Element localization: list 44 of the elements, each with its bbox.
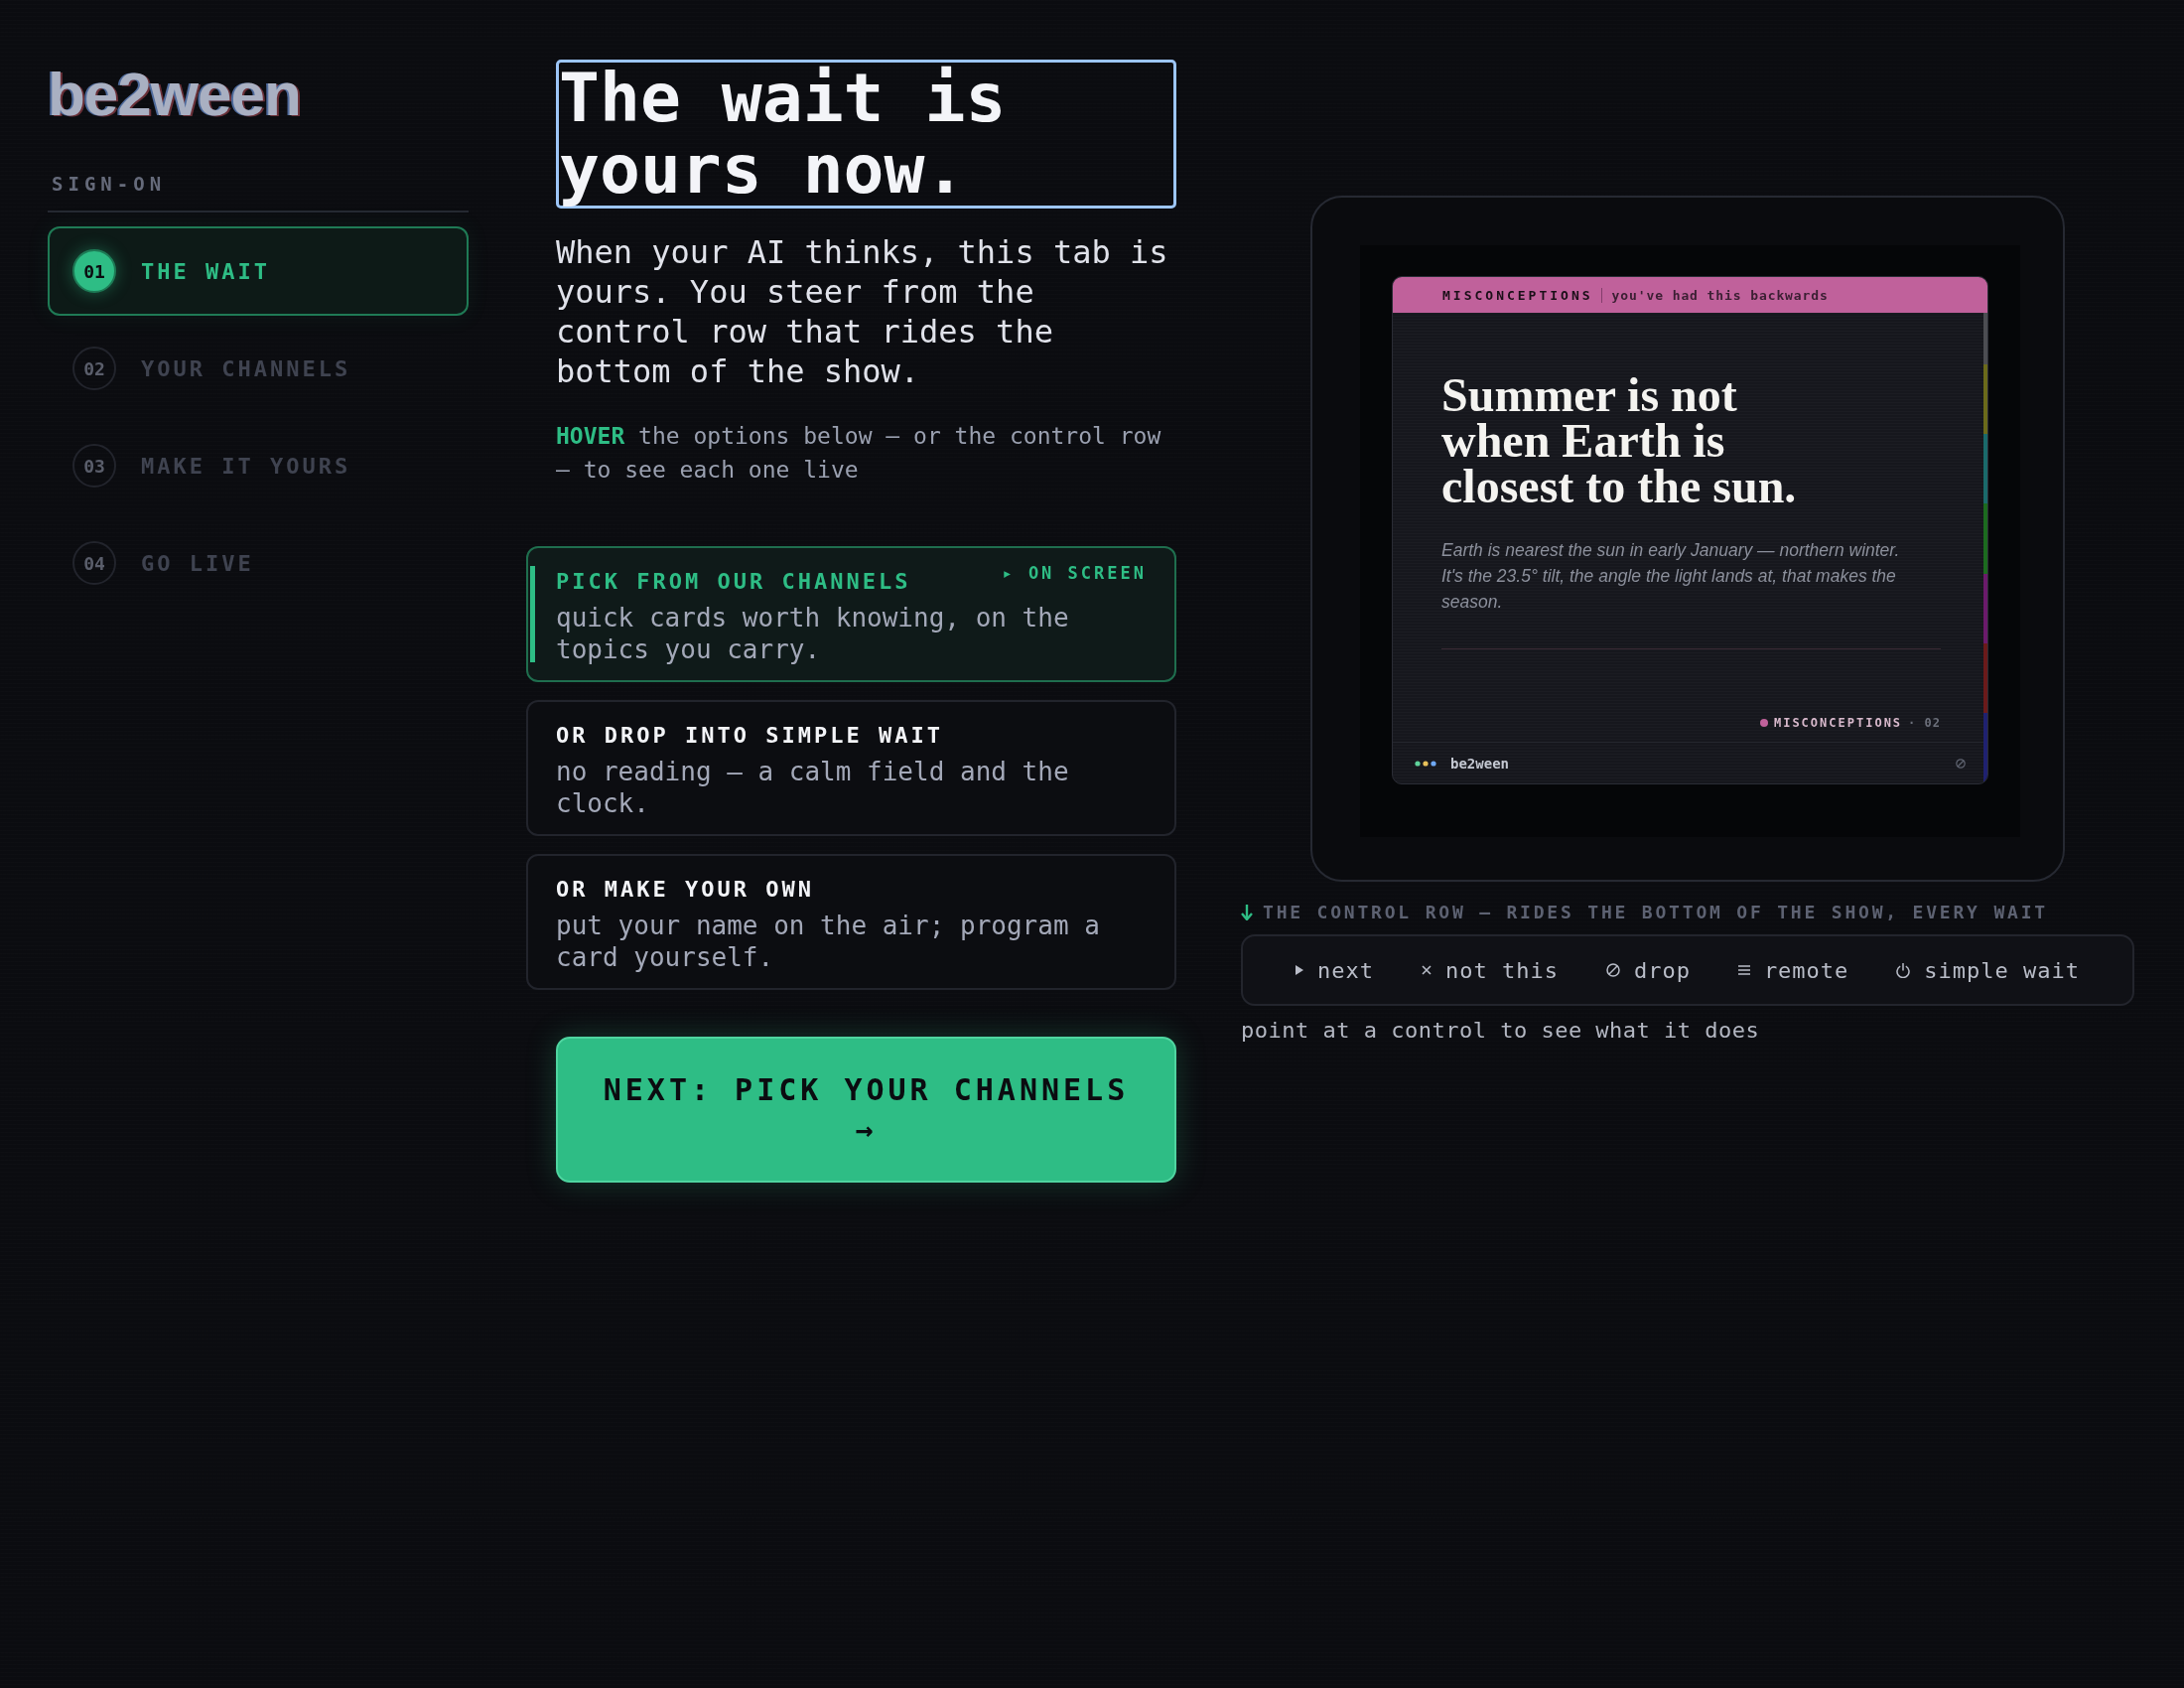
step-number: 01 bbox=[72, 249, 116, 293]
control-button[interactable]: not this bbox=[1421, 957, 1559, 983]
close-icon bbox=[1421, 965, 1432, 975]
control-row-label: THE CONTROL ROW — RIDES THE BOTTOM OF THE SHOW, EVERY WAIT bbox=[1263, 902, 2048, 922]
step-number: 03 bbox=[72, 444, 116, 488]
brand-name: be2ween bbox=[1450, 755, 1509, 772]
next-button[interactable]: NEXT: PICK YOUR CHANNELS → bbox=[556, 1037, 1176, 1183]
option-title: OR MAKE YOUR OWN bbox=[556, 876, 814, 904]
step-number: 02 bbox=[72, 347, 116, 390]
step-number: 04 bbox=[72, 541, 116, 585]
logo: be2ween bbox=[48, 64, 301, 125]
option-title: OR DROP INTO SIMPLE WAIT bbox=[556, 722, 943, 750]
control-button[interactable]: next bbox=[1295, 957, 1374, 983]
play-icon bbox=[1295, 965, 1303, 975]
control-button[interactable]: simple wait bbox=[1896, 957, 2081, 983]
control-button[interactable]: remote bbox=[1737, 957, 1849, 983]
category-tag: MISCONCEPTIONS bbox=[1773, 716, 1903, 730]
power-icon bbox=[1896, 962, 1911, 978]
status-label: ▸ ON SCREEN bbox=[1002, 562, 1147, 584]
card-title: Summer is not when Earth is closest to the sun. bbox=[1441, 372, 1798, 509]
step-tab[interactable]: 01 THE WAIT bbox=[48, 226, 469, 316]
dot-icon bbox=[1759, 719, 1768, 727]
option-description: quick cards worth knowing, on the topics you carry. bbox=[556, 602, 1070, 665]
hint-text: HOVER the options below — or the control row — to see each one live bbox=[556, 422, 1162, 485]
category-label: MISCONCEPTIONS bbox=[1442, 287, 1593, 303]
option-card[interactable]: OR MAKE YOUR OWN put your name on the air; program a card yourself. bbox=[526, 854, 1176, 990]
card-text: Earth is nearest the sun in early January — northern winter. It's the 23.5° tilt, the angle the light lands at, that makes the season. bbox=[1441, 539, 1901, 614]
intro-text: When your AI thinks, this tab is yours. You steer from the control row that rides the bottom of the show. bbox=[556, 232, 1169, 391]
tagline: you've had this backwards bbox=[1600, 287, 1829, 303]
circle-slash-icon bbox=[1956, 758, 1966, 769]
option-description: no reading — a calm field and the clock. bbox=[556, 756, 1070, 819]
option-description: put your name on the air; program a card yourself. bbox=[556, 910, 1101, 973]
page-heading: The wait is yours now. bbox=[556, 60, 1176, 209]
circle-slash-icon bbox=[1605, 963, 1620, 977]
option-card[interactable]: PICK FROM OUR CHANNELS ▸ ON SCREEN quick cards worth knowing, on the topics you carry. bbox=[526, 546, 1176, 682]
card-number: · 02 bbox=[1908, 716, 1941, 730]
three-dots-icon bbox=[1415, 760, 1436, 767]
option-card[interactable]: OR DROP INTO SIMPLE WAIT no reading — a calm field and the clock. bbox=[526, 700, 1176, 836]
control-button[interactable]: drop bbox=[1605, 957, 1691, 983]
section-label: SIGN-ON bbox=[52, 173, 167, 195]
menu-icon bbox=[1737, 965, 1750, 975]
control-hint: point at a control to see what it does bbox=[1241, 1018, 1761, 1043]
down-arrow-icon bbox=[1241, 904, 1253, 920]
option-title: PICK FROM OUR CHANNELS bbox=[556, 568, 911, 596]
